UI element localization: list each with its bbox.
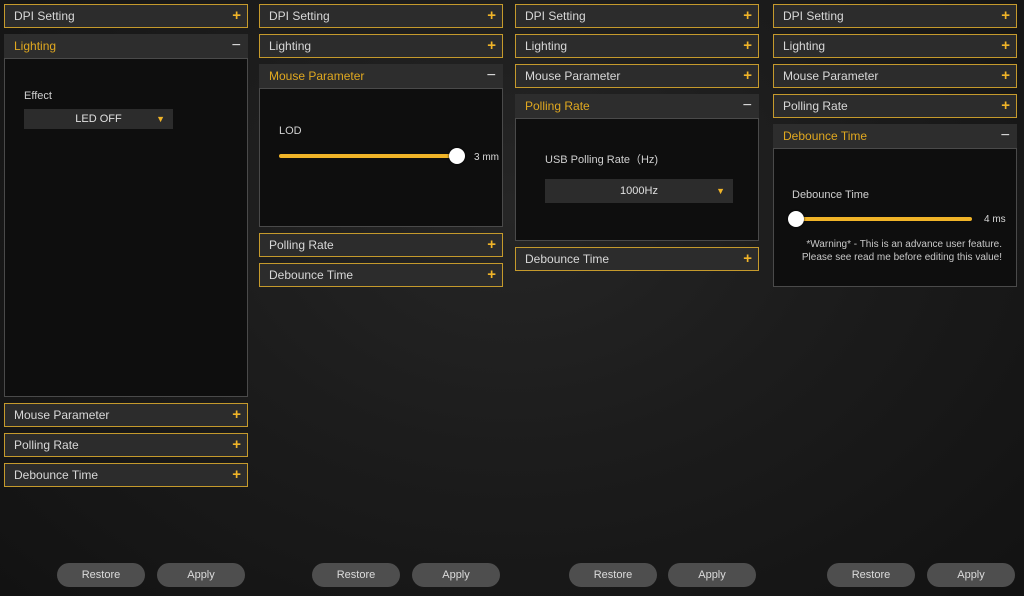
section-title: Mouse Parameter [525,69,621,83]
expand-icon[interactable]: + [232,404,241,426]
warning-text: *Warning* - This is an advance user feat… [788,238,1002,264]
section-title: DPI Setting [269,9,330,23]
usb-polling-rate-label: USB Polling Rate（Hz) [545,154,659,166]
effect-value: LED OFF [75,113,122,125]
section-debounce-time[interactable]: Debounce Time + [4,463,248,487]
expand-icon[interactable]: + [743,5,752,27]
section-lighting[interactable]: Lighting + [515,34,759,58]
dropdown-arrow-icon: ▼ [716,186,725,196]
section-dpi-setting[interactable]: DPI Setting + [4,4,248,28]
restore-button[interactable]: Restore [312,563,400,587]
section-title: Mouse Parameter [14,408,110,422]
section-mouse-parameter[interactable]: Mouse Parameter + [773,64,1017,88]
section-mouse-parameter[interactable]: Mouse Parameter + [515,64,759,88]
debounce-time-content: Debounce Time 4 ms *Warning* - This is a… [773,148,1017,287]
debounce-time-label: Debounce Time [792,189,870,201]
section-title: Mouse Parameter [269,69,365,83]
expand-icon[interactable]: + [1001,95,1010,117]
section-dpi-setting[interactable]: DPI Setting + [515,4,759,28]
section-title: Lighting [525,39,568,53]
section-polling-rate[interactable]: Polling Rate − [515,94,759,118]
apply-button[interactable]: Apply [412,563,500,587]
section-title: Mouse Parameter [783,69,879,83]
apply-button[interactable]: Apply [668,563,756,587]
warning-line-2: Please see read me before editing this v… [801,252,1002,263]
collapse-icon[interactable]: − [232,34,241,58]
section-title: DPI Setting [14,9,75,23]
section-title: Debounce Time [269,268,354,282]
expand-icon[interactable]: + [487,35,496,57]
lod-slider-track[interactable] [279,154,457,158]
restore-button[interactable]: Restore [57,563,145,587]
collapse-icon[interactable]: − [743,94,752,118]
effect-label: Effect [24,90,52,102]
section-title: Lighting [269,39,312,53]
section-debounce-time[interactable]: Debounce Time + [515,247,759,271]
expand-icon[interactable]: + [1001,65,1010,87]
debounce-slider-thumb[interactable] [788,211,804,227]
expand-icon[interactable]: + [232,5,241,27]
collapse-icon[interactable]: − [487,64,496,88]
expand-icon[interactable]: + [232,464,241,486]
expand-icon[interactable]: + [232,434,241,456]
mouse-parameter-content: LOD 3 mm [259,88,503,227]
expand-icon[interactable]: + [487,5,496,27]
section-debounce-time[interactable]: Debounce Time + [259,263,503,287]
section-dpi-setting[interactable]: DPI Setting + [259,4,503,28]
panel-mouse-parameter: DPI Setting + Lighting + Mouse Parameter… [255,0,510,596]
expand-icon[interactable]: + [1001,35,1010,57]
lod-label: LOD [279,125,302,137]
panel-lighting: DPI Setting + Lighting − Effect LED OFF … [0,0,255,596]
restore-button[interactable]: Restore [827,563,915,587]
section-lighting[interactable]: Lighting + [773,34,1017,58]
section-title: Polling Rate [269,238,334,252]
section-dpi-setting[interactable]: DPI Setting + [773,4,1017,28]
section-polling-rate[interactable]: Polling Rate + [773,94,1017,118]
restore-button[interactable]: Restore [569,563,657,587]
debounce-slider-track[interactable] [796,217,972,221]
expand-icon[interactable]: + [743,248,752,270]
dropdown-arrow-icon: ▼ [156,114,165,124]
section-title: Polling Rate [525,99,590,113]
section-polling-rate[interactable]: Polling Rate + [259,233,503,257]
debounce-value: 4 ms [984,214,1006,225]
section-title: Debounce Time [783,129,868,143]
polling-rate-content: USB Polling Rate（Hz) 1000Hz ▼ [515,118,759,241]
panel-polling-rate: DPI Setting + Lighting + Mouse Parameter… [511,0,767,596]
section-title: Polling Rate [783,99,848,113]
lod-value: 3 mm [474,152,499,163]
lighting-content: Effect LED OFF ▼ [4,58,248,397]
section-title: Debounce Time [525,252,610,266]
section-title: Debounce Time [14,468,99,482]
section-title: Polling Rate [14,438,79,452]
panel-debounce-time: DPI Setting + Lighting + Mouse Parameter… [769,0,1024,596]
section-polling-rate[interactable]: Polling Rate + [4,433,248,457]
expand-icon[interactable]: + [743,65,752,87]
section-debounce-time[interactable]: Debounce Time − [773,124,1017,148]
warning-line-1: *Warning* - This is an advance user feat… [806,239,1002,250]
collapse-icon[interactable]: − [1001,124,1010,148]
expand-icon[interactable]: + [743,35,752,57]
section-mouse-parameter[interactable]: Mouse Parameter + [4,403,248,427]
apply-button[interactable]: Apply [927,563,1015,587]
section-title: Lighting [14,39,57,53]
expand-icon[interactable]: + [487,234,496,256]
section-lighting[interactable]: Lighting − [4,34,248,58]
polling-rate-dropdown[interactable]: 1000Hz ▼ [545,179,733,203]
section-title: DPI Setting [525,9,586,23]
section-title: DPI Setting [783,9,844,23]
expand-icon[interactable]: + [487,264,496,286]
expand-icon[interactable]: + [1001,5,1010,27]
section-title: Lighting [783,39,826,53]
section-lighting[interactable]: Lighting + [259,34,503,58]
polling-rate-value: 1000Hz [620,185,658,197]
effect-dropdown[interactable]: LED OFF ▼ [24,109,173,129]
lod-slider-thumb[interactable] [449,148,465,164]
section-mouse-parameter[interactable]: Mouse Parameter − [259,64,503,88]
apply-button[interactable]: Apply [157,563,245,587]
